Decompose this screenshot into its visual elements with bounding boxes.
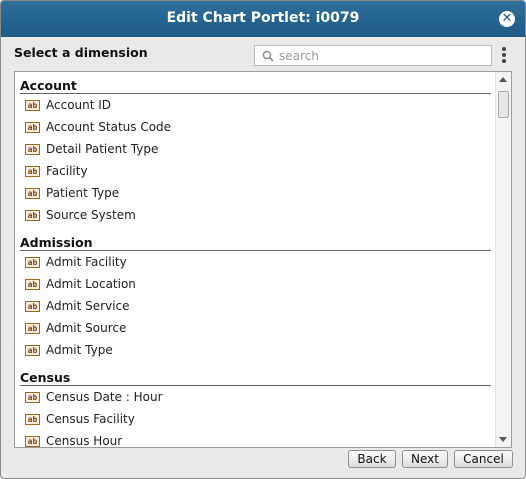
list-item-label: Account ID (46, 98, 112, 112)
list-item-label: Admit Location (46, 277, 136, 291)
list-item-label: Facility (46, 164, 88, 178)
list-item-label: Admit Source (46, 321, 127, 335)
scroll-thumb[interactable] (498, 91, 509, 118)
group-header: Account (20, 72, 491, 94)
search-input[interactable] (277, 47, 487, 64)
scroll-up-arrow-icon[interactable] (499, 77, 507, 82)
list-item[interactable]: ab Source System (25, 207, 485, 227)
list-item[interactable]: ab Patient Type (25, 185, 485, 205)
list-item-label: Admit Type (46, 343, 113, 357)
list-item[interactable]: ab Census Date : Hour (25, 389, 485, 409)
list-item-label: Admit Facility (46, 255, 127, 269)
text-attribute-icon: ab (25, 188, 40, 199)
list-item-label: Admit Service (46, 299, 130, 313)
list-item-label: Census Date : Hour (46, 390, 163, 404)
text-attribute-icon: ab (25, 392, 40, 403)
more-options-icon[interactable] (500, 47, 508, 65)
list-item[interactable]: ab Admit Location (25, 276, 485, 296)
text-attribute-icon: ab (25, 345, 40, 356)
text-attribute-icon: ab (25, 166, 40, 177)
list-item[interactable]: ab Census Facility (25, 411, 485, 431)
text-attribute-icon: ab (25, 279, 40, 290)
list-item-label: Source System (46, 208, 136, 222)
list-item-label: Patient Type (46, 186, 120, 200)
list-item-label: Account Status Code (46, 120, 172, 134)
list-item[interactable]: ab Admit Facility (25, 254, 485, 274)
dimension-list[interactable]: Account ab Account ID ab Account Status Code… (14, 71, 512, 448)
close-icon[interactable]: ✕ (499, 11, 515, 27)
text-attribute-icon: ab (25, 122, 40, 133)
vertical-scrollbar[interactable] (495, 72, 511, 447)
search-icon (262, 50, 274, 62)
group-header: Census (20, 364, 491, 386)
dialog-titlebar[interactable]: Edit Chart Portlet: i0079 ✕ (1, 1, 525, 37)
back-button[interactable]: Back (348, 450, 396, 468)
list-item[interactable]: ab Account Status Code (25, 119, 485, 139)
list-item[interactable]: ab Admit Source (25, 320, 485, 340)
text-attribute-icon: ab (25, 323, 40, 334)
search-box[interactable] (254, 45, 492, 66)
cancel-button[interactable]: Cancel (454, 450, 513, 468)
list-item[interactable]: ab Detail Patient Type (25, 141, 485, 161)
group-header: Admission (20, 229, 491, 251)
text-attribute-icon: ab (25, 301, 40, 312)
select-dimension-heading: Select a dimension (14, 45, 148, 60)
text-attribute-icon: ab (25, 100, 40, 111)
list-item[interactable]: ab Facility (25, 163, 485, 183)
text-attribute-icon: ab (25, 144, 40, 155)
scroll-down-arrow-icon[interactable] (499, 437, 507, 442)
list-item-label: Detail Patient Type (46, 142, 159, 156)
text-attribute-icon: ab (25, 210, 40, 221)
text-attribute-icon: ab (25, 436, 40, 447)
edit-chart-portlet-dialog: Edit Chart Portlet: i0079 ✕ Select a dim… (0, 0, 526, 479)
dialog-title: Edit Chart Portlet: i0079 (166, 10, 360, 26)
text-attribute-icon: ab (25, 257, 40, 268)
next-button[interactable]: Next (402, 450, 448, 468)
list-item-label: Census Facility (46, 412, 135, 426)
text-attribute-icon: ab (25, 414, 40, 425)
list-item[interactable]: ab Admit Service (25, 298, 485, 318)
list-item[interactable]: ab Census Hour (25, 433, 485, 448)
list-item[interactable]: ab Admit Type (25, 342, 485, 362)
list-item-label: Census Hour (46, 434, 123, 448)
list-item[interactable]: ab Account ID (25, 97, 485, 117)
